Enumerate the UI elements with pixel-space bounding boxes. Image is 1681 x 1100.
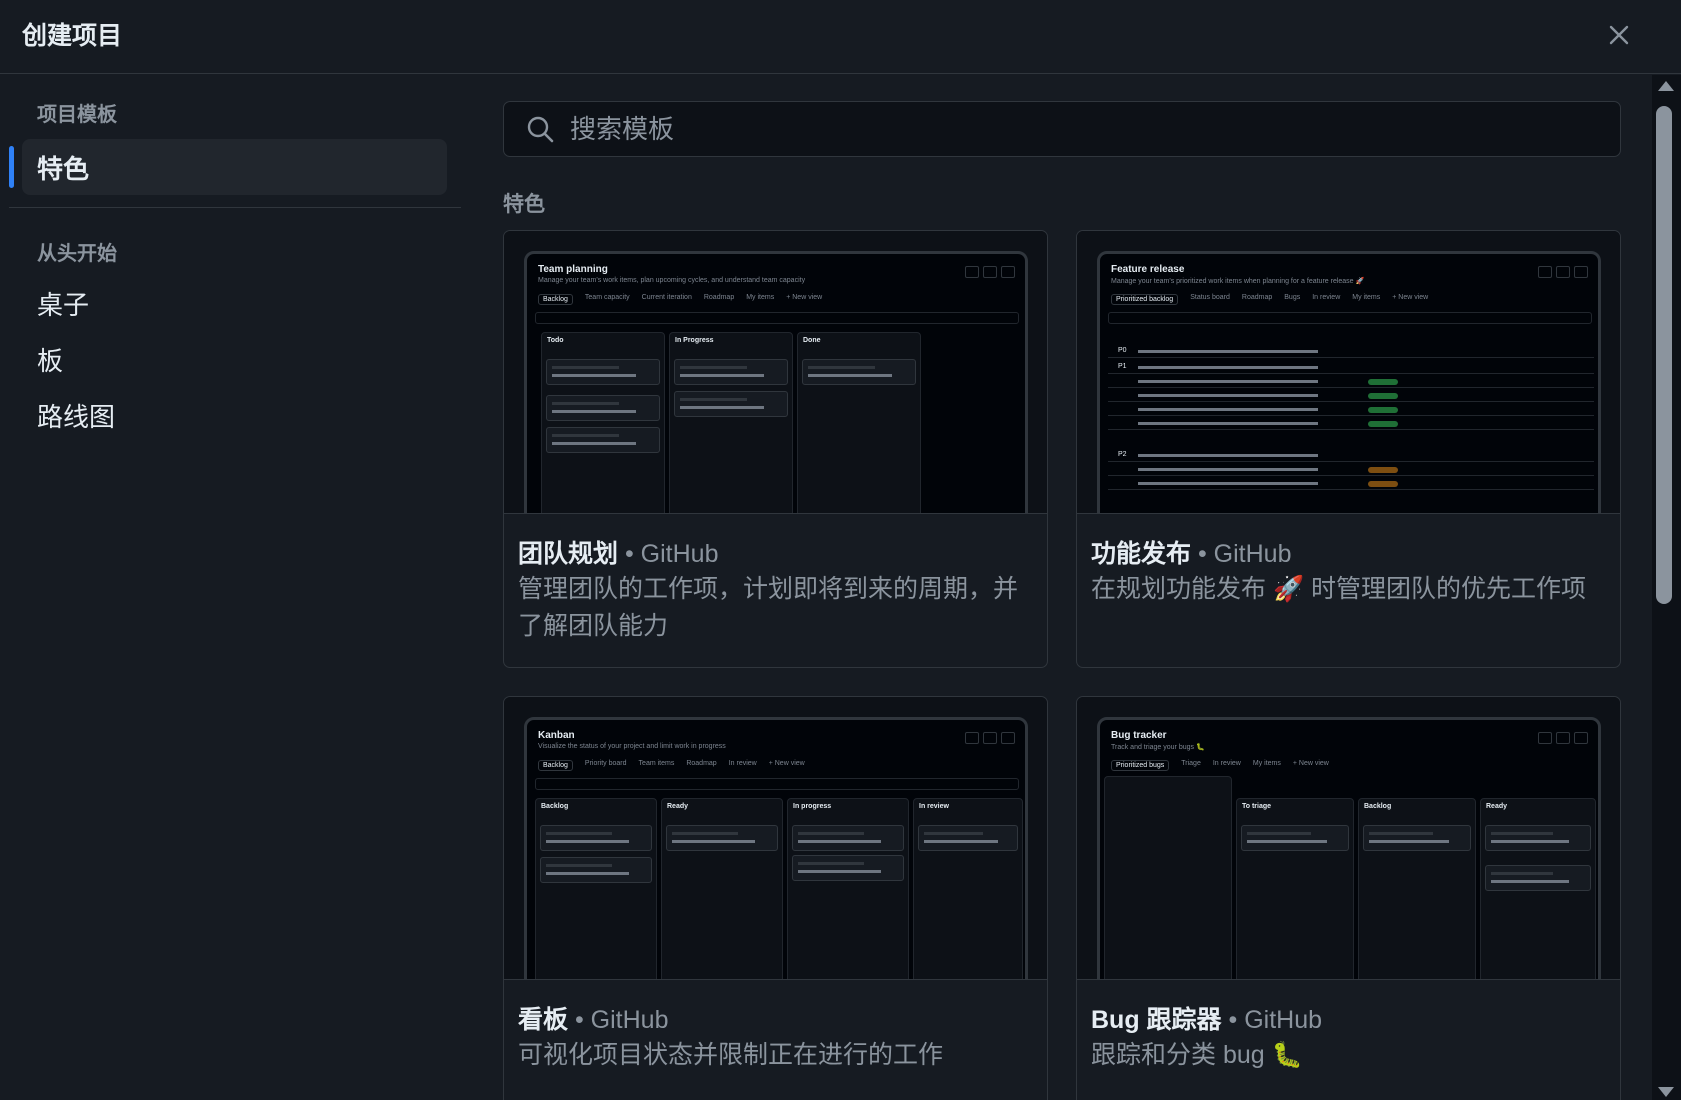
preview-column: In Progress <box>669 332 793 513</box>
dialog-header: 创建项目 <box>0 0 1681 74</box>
template-card-team-planning[interactable]: Team planning Manage your team's work it… <box>503 230 1048 668</box>
template-card-feature-release[interactable]: Feature release Manage your team's prior… <box>1076 230 1621 668</box>
template-description: 管理团队的工作项，计划即将到来的周期，并了解团队能力 <box>518 575 1019 640</box>
preview-tabs: Prioritized bugs Triage In review My items +… <box>1111 760 1329 771</box>
preview-mock: Bug tracker Track and triage your bugs 🐛… <box>1097 717 1601 979</box>
preview-title: Team planning <box>538 264 608 275</box>
preview-tabs: Backlog Team capacity Current iteration Roa… <box>538 294 822 305</box>
sidebar: 项目模板 特色 从头开始 桌子 板 路线图 <box>0 75 470 1100</box>
preview-toolbar <box>1538 266 1588 278</box>
sidebar-item-board[interactable]: 板 <box>22 331 447 387</box>
preview-title: Feature release <box>1111 264 1185 275</box>
template-card-kanban[interactable]: Kanban Visualize the status of your proj… <box>503 696 1048 1100</box>
search-box <box>503 101 1621 157</box>
scratch-heading: 从头开始 <box>37 243 117 265</box>
preview-mock: Kanban Visualize the status of your proj… <box>524 717 1028 979</box>
search-input[interactable] <box>570 113 1570 145</box>
scrollbar-thumb[interactable] <box>1656 106 1672 604</box>
sidebar-item-featured[interactable]: 特色 <box>22 139 447 195</box>
scrollbar[interactable] <box>1652 75 1681 1100</box>
sidebar-item-table[interactable]: 桌子 <box>22 275 447 331</box>
preview-column: Done <box>797 332 921 513</box>
template-preview: Team planning Manage your team's work it… <box>504 231 1047 514</box>
dialog-title: 创建项目 <box>22 22 123 50</box>
sidebar-item-label: 板 <box>37 345 64 376</box>
preview-subtitle: Manage your team's work items, plan upco… <box>538 277 806 284</box>
template-name: 功能发布 • GitHub <box>1091 540 1292 568</box>
template-preview: Feature release Manage your team's prior… <box>1077 231 1620 514</box>
preview-toolbar <box>965 266 1015 278</box>
close-icon <box>1609 25 1629 45</box>
sidebar-item-roadmap[interactable]: 路线图 <box>22 387 447 443</box>
preview-subtitle: Manage your team's prioritized work item… <box>1111 278 1365 285</box>
scroll-down-arrow-icon[interactable] <box>1658 1087 1674 1097</box>
preview-column: Todo <box>541 332 665 513</box>
preview-filter <box>535 312 1019 324</box>
template-preview: Kanban Visualize the status of your proj… <box>504 697 1047 980</box>
section-title: 特色 <box>503 193 545 216</box>
preview-toolbar <box>1538 732 1588 744</box>
scroll-up-arrow-icon[interactable] <box>1658 81 1674 91</box>
preview-mock: Feature release Manage your team's prior… <box>1097 251 1601 513</box>
preview-column: Backlog <box>1358 798 1476 979</box>
preview-column: In review <box>913 798 1023 979</box>
template-name: 团队规划 • GitHub <box>518 540 719 568</box>
preview-filter-panel <box>1104 776 1232 979</box>
sidebar-divider <box>9 207 461 208</box>
search-icon <box>527 116 554 143</box>
preview-title: Kanban <box>538 730 575 741</box>
preview-tabs: Backlog Priority board Team items Roadmap In… <box>538 760 805 771</box>
preview-column: Ready <box>1480 798 1596 979</box>
template-description: 可视化项目状态并限制正在进行的工作 <box>518 1041 944 1069</box>
preview-subtitle: Visualize the status of your project and… <box>538 743 726 750</box>
sidebar-item-label: 特色 <box>37 153 90 184</box>
template-description: 在规划功能发布 🚀 时管理团队的优先工作项 <box>1091 575 1587 603</box>
preview-filter <box>1108 312 1592 324</box>
preview-column: Ready <box>661 798 783 979</box>
template-description: 跟踪和分类 bug 🐛 <box>1091 1041 1303 1069</box>
preview-column: To triage <box>1236 798 1354 979</box>
preview-mock: Team planning Manage your team's work it… <box>524 251 1028 513</box>
template-preview: Bug tracker Track and triage your bugs 🐛… <box>1077 697 1620 980</box>
preview-title: Bug tracker <box>1111 730 1167 741</box>
sidebar-item-label: 桌子 <box>37 289 90 320</box>
preview-column: Backlog <box>535 798 657 979</box>
close-button[interactable] <box>1598 14 1640 56</box>
sidebar-item-label: 路线图 <box>37 401 116 432</box>
template-card-bug-tracker[interactable]: Bug tracker Track and triage your bugs 🐛… <box>1076 696 1621 1100</box>
template-name: 看板 • GitHub <box>518 1006 669 1034</box>
preview-toolbar <box>965 732 1015 744</box>
preview-column: In progress <box>787 798 909 979</box>
preview-tabs: Prioritized backlog Status board Roadmap Bu… <box>1111 294 1428 305</box>
active-indicator <box>9 146 14 188</box>
preview-subtitle: Track and triage your bugs 🐛 <box>1111 744 1205 751</box>
template-name: Bug 跟踪器 • GitHub <box>1091 1006 1323 1034</box>
preview-filter <box>535 778 1019 790</box>
templates-heading: 项目模板 <box>37 104 117 126</box>
